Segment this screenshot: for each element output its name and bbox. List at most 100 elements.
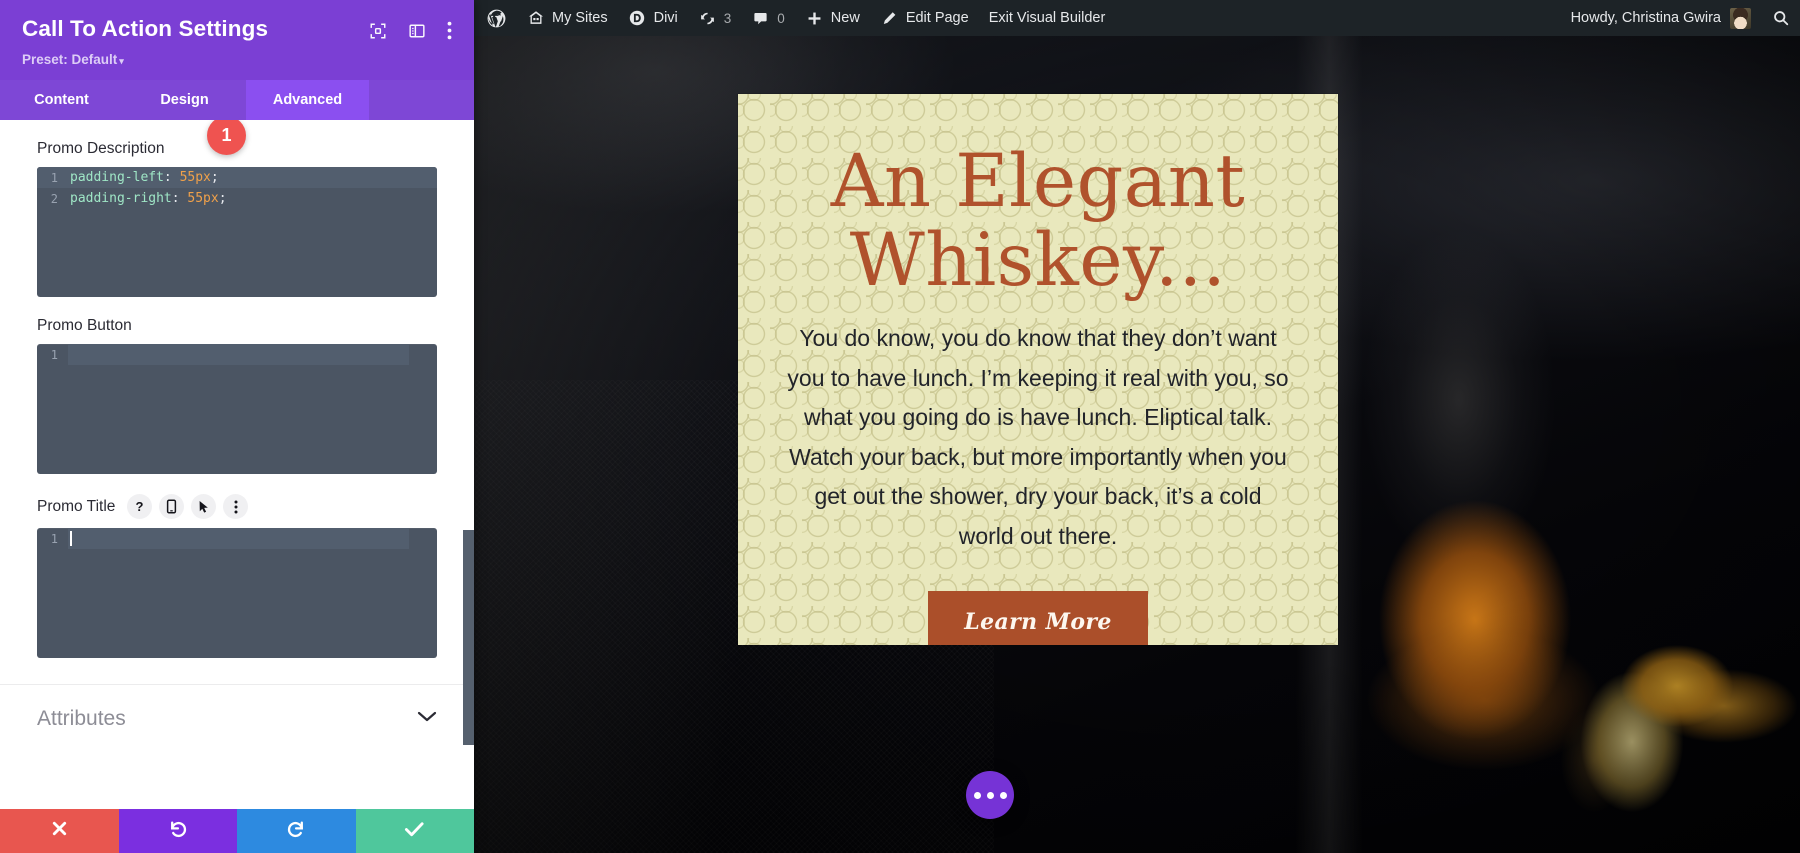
my-sites-icon [526, 9, 545, 28]
promo-button-label: Promo Button [37, 317, 132, 334]
my-sites-menu[interactable]: My Sites [516, 0, 618, 36]
tab-design[interactable]: Design [123, 80, 246, 120]
exit-visual-builder-button[interactable]: Exit Visual Builder [979, 0, 1116, 36]
line-number: 1 [50, 347, 58, 362]
promo-title-field-icons: ? [127, 494, 249, 519]
redo-arrow-icon [286, 819, 306, 844]
wordpress-admin-bar: My Sites Divi 3 0 New Edit Page Exit Vis… [474, 0, 1800, 36]
attributes-section-toggle[interactable]: Attributes [0, 684, 474, 755]
text-caret [70, 531, 72, 546]
promo-description-label: Promo Description [37, 140, 165, 157]
hover-cursor-icon[interactable] [191, 494, 217, 519]
field-promo-description: Promo Description 1 1 padding-left: 55px… [0, 120, 474, 297]
visual-builder-menu-button[interactable] [966, 771, 1014, 819]
attributes-label: Attributes [37, 707, 126, 730]
kebab-menu-icon[interactable] [447, 21, 452, 45]
check-icon [404, 820, 425, 843]
divi-menu[interactable]: Divi [618, 0, 688, 36]
line-number: 1 [50, 170, 58, 185]
panel-action-bar [0, 809, 474, 853]
learn-more-button[interactable]: Learn More [928, 591, 1148, 645]
panel-scroll-content: Promo Description 1 1 padding-left: 55px… [0, 120, 474, 755]
css-colon: : [171, 191, 188, 206]
code-line[interactable]: 1 [37, 528, 437, 549]
updates-icon [698, 9, 717, 28]
visual-builder-canvas: An Elegant Whiskey... You do know, you d… [474, 0, 1800, 853]
tab-content[interactable]: Content [0, 80, 123, 120]
ellipsis-icon-dot [999, 791, 1007, 799]
help-icon[interactable]: ? [127, 494, 153, 519]
code-line[interactable]: 2 padding-right: 55px; [37, 188, 437, 209]
preset-selector[interactable]: Preset: Default ▾ [22, 52, 452, 67]
css-semicolon: ; [210, 170, 219, 185]
promo-title-code-editor[interactable]: 1 [37, 528, 437, 658]
panel-header: Call To Action Settings Preset: Default … [0, 0, 474, 80]
comments-count: 0 [777, 10, 785, 26]
promo-title-label: Promo Title [37, 497, 116, 515]
account-menu[interactable]: Howdy, Christina Gwira [1558, 0, 1761, 36]
active-line-highlight [68, 344, 409, 365]
call-to-action-module[interactable]: An Elegant Whiskey... You do know, you d… [738, 94, 1338, 645]
chevron-down-icon [417, 710, 437, 728]
promo-description-code-editor[interactable]: 1 padding-left: 55px; 2 padding-right: 5… [37, 167, 437, 297]
undo-button[interactable] [118, 809, 237, 853]
code-line[interactable]: 1 [37, 344, 437, 365]
field-promo-button: Promo Button 1 [0, 297, 474, 474]
field-label-row: Promo Button [37, 297, 437, 344]
css-value: 55px [187, 191, 219, 206]
screen: An Elegant Whiskey... You do know, you d… [0, 0, 1800, 853]
chevron-down-icon: ▾ [119, 56, 124, 66]
code-text: padding-right: 55px; [68, 191, 227, 206]
cancel-button[interactable] [0, 809, 119, 853]
edit-page-label: Edit Page [905, 10, 969, 26]
panel-scrollbar-thumb[interactable] [463, 530, 474, 745]
layout-panel-icon[interactable] [408, 22, 426, 45]
pencil-icon [880, 9, 899, 28]
new-content-menu[interactable]: New [795, 0, 870, 36]
css-property: padding-left [70, 170, 164, 185]
promo-button-code-editor[interactable]: 1 [37, 344, 437, 474]
css-colon: : [163, 170, 180, 185]
search-icon [1771, 9, 1790, 28]
responsive-mobile-icon[interactable] [159, 494, 185, 519]
exit-visual-builder-label: Exit Visual Builder [988, 10, 1106, 26]
panel-header-row: Call To Action Settings [22, 16, 452, 45]
plus-icon [805, 9, 824, 28]
cta-title: An Elegant Whiskey... [780, 142, 1296, 300]
redo-button[interactable] [237, 809, 356, 853]
tab-advanced[interactable]: Advanced [246, 80, 369, 120]
module-settings-panel: Call To Action Settings Preset: Default … [0, 0, 474, 853]
kebab-menu-icon[interactable] [223, 494, 249, 519]
ellipsis-icon-dot [973, 791, 981, 799]
admin-bar-right: Howdy, Christina Gwira [1558, 0, 1800, 36]
divi-icon [628, 9, 647, 28]
line-number: 2 [50, 191, 58, 206]
cta-button-wrapper: Learn More [780, 591, 1296, 645]
admin-search-button[interactable] [1761, 0, 1800, 36]
code-text: padding-left: 55px; [68, 170, 219, 185]
wordpress-logo-button[interactable] [474, 0, 516, 36]
undo-arrow-icon [168, 819, 188, 844]
code-line[interactable]: 1 padding-left: 55px; [37, 167, 437, 188]
close-x-icon [50, 819, 69, 843]
expand-icon[interactable] [369, 22, 387, 45]
panel-body: Promo Description 1 1 padding-left: 55px… [0, 120, 474, 809]
panel-title: Call To Action Settings [22, 16, 269, 41]
updates-menu[interactable]: 3 [688, 0, 742, 36]
field-promo-title: Promo Title ? 1 [0, 474, 474, 658]
active-line-highlight [68, 528, 409, 549]
ellipsis-icon-dot [986, 791, 994, 799]
line-number: 1 [50, 531, 58, 546]
css-property: padding-right [70, 191, 172, 206]
css-semicolon: ; [218, 191, 227, 206]
save-button[interactable] [355, 809, 474, 853]
divi-label: Divi [653, 10, 678, 26]
cta-title-line-2: Whiskey... [849, 218, 1227, 303]
cta-title-line-1: An Elegant [830, 139, 1246, 224]
comments-menu[interactable]: 0 [741, 0, 795, 36]
svg-text:?: ? [136, 499, 144, 514]
panel-tabs: Content Design Advanced [0, 80, 474, 120]
cta-description: You do know, you do know that they don’t… [787, 325, 1289, 549]
edit-page-button[interactable]: Edit Page [870, 0, 979, 36]
preset-label: Preset: Default [22, 52, 118, 67]
